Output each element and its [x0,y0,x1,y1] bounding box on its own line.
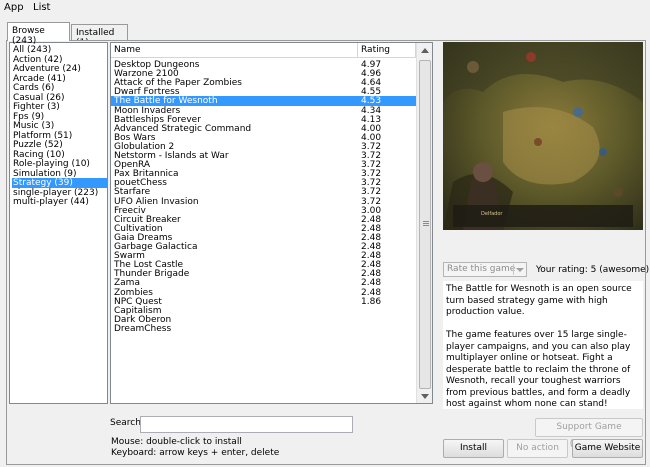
category-item[interactable]: Puzzle (52) [12,140,107,150]
menu-app[interactable]: App [4,2,24,13]
category-item[interactable]: All (243) [12,45,107,55]
category-item[interactable]: Racing (10) [12,150,107,160]
menu-list[interactable]: List [33,2,50,13]
rate-this-game-dropdown[interactable]: Rate this game [443,262,527,277]
table-row[interactable]: DreamChess [111,324,416,334]
support-game-button[interactable]: Support Game (donate) [535,418,643,449]
mouse-hint: Mouse: double-click to install [111,437,242,447]
category-item[interactable]: Casual (26) [12,93,107,103]
search-input[interactable] [140,416,353,433]
category-item[interactable]: Fighter (3) [12,102,107,112]
chevron-down-icon [513,264,525,275]
search-label: Search: [110,418,144,428]
rate-dropdown-label: Rate this game [447,264,516,274]
column-header-name[interactable]: Name [111,43,358,58]
category-item[interactable]: Action (42) [12,55,107,65]
description-paragraph: The Battle for Wesnoth is an open source… [446,284,632,317]
tab-installed[interactable]: Installed (1) [71,24,128,48]
screenshot-caption: Delfador [481,211,503,217]
category-item[interactable]: Music (3) [12,121,107,131]
category-item[interactable]: Adventure (24) [12,64,107,74]
category-item[interactable]: single-player (223) [12,188,107,198]
category-item[interactable]: Simulation (9) [12,169,107,179]
table-scrollbar[interactable] [416,43,432,403]
category-item[interactable]: Fps (9) [12,112,107,122]
category-item[interactable]: Role-playing (10) [12,159,107,169]
description-paragraph: The game features over 15 large single-p… [446,330,631,409]
game-name: DreamChess [114,323,172,334]
keyboard-hint: Keyboard: arrow keys + enter, delete [111,448,280,458]
your-rating: Your rating: 5 (awesome) [536,265,650,275]
category-item[interactable]: Platform (51) [12,131,107,141]
category-item[interactable]: Strategy (39) [12,178,107,188]
category-item[interactable]: Arcade (41) [12,74,107,84]
no-action-button[interactable]: No action [507,439,568,458]
game-website-button[interactable]: Game Website [572,439,643,458]
category-item[interactable]: multi-player (44) [12,197,107,207]
scroll-thumb[interactable] [419,60,431,389]
game-table[interactable]: Name Rating Desktop Dungeons 4.97 Warzone … [110,42,433,404]
scroll-up-icon[interactable] [421,48,429,53]
install-button[interactable]: Install [443,439,504,458]
category-item[interactable]: Cards (6) [12,83,107,93]
menu-bar: App List [0,0,650,16]
category-list[interactable]: All (243) Action (42) Adventure (24) Arcade… [9,42,108,404]
game-description: The Battle for Wesnoth is an open source… [443,281,643,409]
tab-browse[interactable]: Browse (243) [7,22,70,46]
game-screenshot: Delfador [443,42,643,230]
column-header-rating[interactable]: Rating [358,43,416,58]
scroll-down-icon[interactable] [421,394,429,399]
